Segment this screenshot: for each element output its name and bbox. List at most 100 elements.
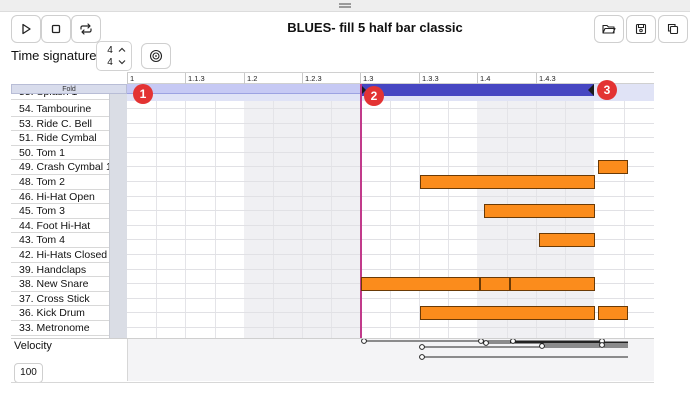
grid-line bbox=[185, 94, 186, 339]
grid-line bbox=[448, 94, 449, 339]
grid-row-line bbox=[127, 268, 654, 270]
range-end-handle-icon[interactable] bbox=[587, 84, 595, 96]
bottom-divider bbox=[11, 382, 654, 383]
grid-row-line bbox=[127, 151, 654, 153]
instrument-label[interactable]: 54. Tambourine bbox=[11, 102, 109, 117]
stop-icon bbox=[51, 24, 61, 34]
grid-row-line bbox=[127, 122, 654, 124]
time-signature-denominator[interactable]: 4 bbox=[105, 57, 115, 68]
ruler-label: 1.1.3 bbox=[188, 74, 205, 83]
instrument-label[interactable]: 51. Ride Cymbal bbox=[11, 131, 109, 146]
velocity-stems[interactable] bbox=[128, 339, 655, 381]
play-button[interactable] bbox=[11, 15, 41, 43]
open-folder-button[interactable] bbox=[594, 15, 624, 43]
note-tom-4[interactable] bbox=[539, 233, 595, 247]
loop-range-pre[interactable] bbox=[127, 84, 360, 94]
ruler-tick bbox=[360, 73, 361, 84]
time-signature-numerator[interactable]: 4 bbox=[105, 45, 115, 56]
grid-row-line bbox=[127, 254, 654, 255]
instrument-label[interactable]: 37. Cross Stick bbox=[11, 291, 109, 307]
velocity-label: Velocity bbox=[14, 340, 52, 352]
instrument-label[interactable]: 36. Kick Drum bbox=[11, 306, 109, 321]
loop-range-selection[interactable] bbox=[360, 84, 594, 96]
note-tom-2[interactable] bbox=[420, 175, 595, 189]
instrument-label[interactable]: 42. Hi-Hats Closed bbox=[11, 248, 109, 263]
stop-button[interactable] bbox=[41, 15, 71, 43]
grid-row-line bbox=[127, 327, 654, 328]
grid-row-line bbox=[127, 195, 654, 197]
instrument-label[interactable]: 33. Metronome bbox=[11, 321, 109, 336]
fold-toggle[interactable]: Fold bbox=[11, 84, 127, 94]
grid-line bbox=[419, 94, 420, 339]
duplicate-button[interactable] bbox=[658, 15, 688, 43]
note-new-snare[interactable] bbox=[510, 277, 595, 291]
grid-row-line bbox=[127, 108, 654, 109]
instrument-label[interactable]: 48. Tom 2 bbox=[11, 175, 109, 190]
chevron-down-icon[interactable] bbox=[118, 59, 126, 65]
ruler-label: 1.4 bbox=[480, 74, 491, 83]
note-new-snare[interactable] bbox=[361, 277, 480, 291]
instrument-label[interactable]: 39. Handclaps bbox=[11, 262, 109, 278]
ruler-label: 1.2.3 bbox=[305, 74, 322, 83]
velocity-lane[interactable] bbox=[127, 339, 654, 381]
ruler-label: 1 bbox=[130, 74, 135, 83]
grid-row-line bbox=[127, 137, 654, 139]
copy-icon bbox=[667, 23, 679, 35]
ruler-tick bbox=[302, 73, 303, 84]
grid-line bbox=[302, 94, 303, 339]
grid-line bbox=[273, 94, 274, 339]
instrument-label[interactable]: 50. Tom 1 bbox=[11, 145, 109, 161]
instrument-label[interactable]: 46. Hi-Hat Open bbox=[11, 189, 109, 205]
page-title: BLUES- fill 5 half bar classic bbox=[287, 20, 463, 35]
grid-line bbox=[331, 94, 332, 339]
instrument-label[interactable]: 45. Tom 3 bbox=[11, 204, 109, 219]
ruler-tick bbox=[244, 73, 245, 84]
marker-badge-1: 1 bbox=[133, 84, 153, 104]
grid-row-line bbox=[127, 224, 654, 226]
time-signature-select[interactable]: 4 4 bbox=[96, 41, 132, 71]
loop-button[interactable] bbox=[71, 15, 101, 43]
drag-handle-icon[interactable] bbox=[339, 3, 351, 8]
grid-line bbox=[156, 94, 157, 339]
play-icon bbox=[22, 23, 31, 35]
ruler-label: 1.3.3 bbox=[422, 74, 439, 83]
note-crash-cymbal-1[interactable] bbox=[598, 160, 628, 174]
grid-line bbox=[624, 94, 625, 339]
window-top-bar bbox=[0, 0, 690, 12]
save-button[interactable] bbox=[626, 15, 656, 43]
ruler-tick bbox=[419, 73, 420, 84]
grid-line bbox=[215, 94, 216, 339]
ruler-label: 1.3 bbox=[363, 74, 374, 83]
note-kick-drum[interactable] bbox=[420, 306, 595, 320]
instrument-label[interactable]: 43. Tom 4 bbox=[11, 233, 109, 248]
ruler-label: 1.2 bbox=[247, 74, 258, 83]
playhead[interactable] bbox=[360, 84, 362, 339]
target-icon bbox=[149, 49, 163, 63]
ruler-tick bbox=[536, 73, 537, 84]
ruler-tick bbox=[185, 73, 186, 84]
grid-line bbox=[390, 94, 391, 339]
note-tom-3[interactable] bbox=[484, 204, 595, 218]
save-icon bbox=[635, 23, 647, 35]
timeline-ruler[interactable]: 1 1.1.3 1.2 1.2.3 1.3 1.3.3 1.4 1.4.3 bbox=[127, 72, 654, 84]
instrument-label[interactable]: 49. Crash Cymbal 1 bbox=[11, 160, 109, 175]
instrument-label[interactable]: 38. New Snare bbox=[11, 277, 109, 292]
grid-row-line bbox=[127, 166, 654, 168]
folder-icon bbox=[602, 24, 616, 34]
note-new-snare[interactable] bbox=[480, 277, 510, 291]
ruler-tick bbox=[127, 73, 128, 84]
velocity-value-input[interactable]: 100 bbox=[14, 363, 43, 383]
grid-row-line bbox=[127, 297, 654, 299]
note-kick-drum[interactable] bbox=[598, 306, 628, 320]
loop-icon bbox=[80, 23, 92, 35]
instrument-label[interactable]: 53. Ride C. Bell bbox=[11, 116, 109, 132]
ruler-label: 1.4.3 bbox=[539, 74, 556, 83]
marker-badge-2: 2 bbox=[364, 86, 384, 106]
instrument-gutter bbox=[109, 94, 127, 339]
time-signature-label: Time signature: bbox=[11, 48, 101, 63]
snap-target-button[interactable] bbox=[141, 43, 171, 69]
instrument-label[interactable]: 44. Foot Hi-Hat bbox=[11, 218, 109, 234]
ruler-tick bbox=[477, 73, 478, 84]
marker-badge-3: 3 bbox=[597, 80, 617, 100]
chevron-up-icon[interactable] bbox=[118, 47, 126, 53]
